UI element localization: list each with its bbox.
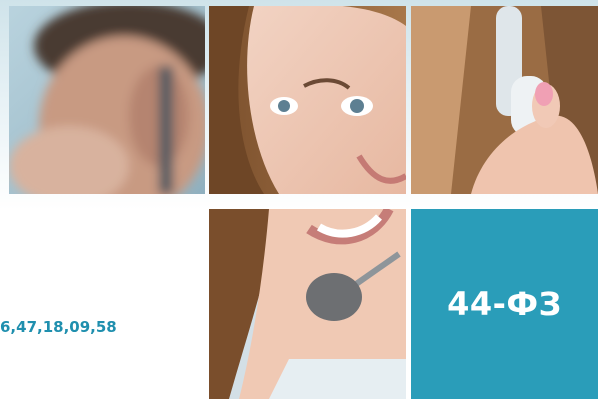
law-tile: 44-ФЗ (411, 209, 598, 399)
photo-tile-woman-face (209, 6, 406, 194)
blurred-man-headset-photo-icon (9, 6, 205, 194)
photo-tile-hand-headset (411, 6, 598, 194)
photo-tile-man-headset (9, 6, 205, 194)
hand-on-headset-photo-icon (411, 6, 598, 194)
photo-tile-smile-microphone (209, 209, 406, 399)
category-codes: 6,47,18,09,58 (0, 318, 117, 336)
smile-microphone-photo-icon (209, 209, 406, 399)
smiling-woman-face-photo-icon (209, 6, 406, 194)
law-label: 44-ФЗ (447, 285, 562, 323)
